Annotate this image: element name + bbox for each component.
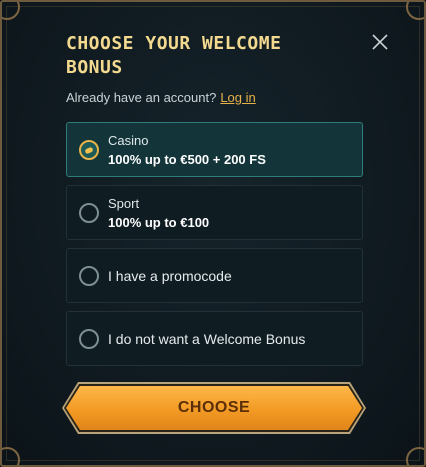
option-label: I have a promocode (108, 267, 232, 284)
option-no-bonus[interactable]: I do not want a Welcome Bonus (66, 311, 363, 366)
option-sport[interactable]: Sport 100% up to €100 (66, 185, 363, 240)
radio-promocode[interactable] (79, 265, 99, 286)
choose-button[interactable]: CHOOSE (66, 386, 362, 430)
radio-sport[interactable] (79, 202, 99, 223)
option-offer: 100% up to €500 + 200 FS (108, 152, 266, 167)
dialog-title: CHOOSE YOUR WELCOME BONUS (66, 33, 282, 78)
frame-ornament (2, 2, 20, 20)
option-promocode[interactable]: I have a promocode (66, 248, 363, 303)
option-casino[interactable]: Casino 100% up to €500 + 200 FS (66, 122, 363, 177)
frame-ornament (406, 447, 424, 465)
option-offer: 100% up to €100 (108, 215, 210, 230)
account-prompt-text: Already have an account? (66, 90, 217, 105)
frame-ornament (406, 2, 424, 20)
option-category: Casino (108, 133, 149, 148)
choose-button-wrapper: CHOOSE (66, 386, 362, 430)
radio-casino[interactable] (79, 139, 99, 160)
option-label: I do not want a Welcome Bonus (108, 330, 306, 347)
choose-button-label: CHOOSE (177, 399, 251, 416)
frame-ornament (2, 447, 20, 465)
login-link[interactable]: Log in (220, 90, 255, 105)
account-prompt: Already have an account? Log in (66, 90, 256, 105)
option-category: Sport (108, 196, 140, 211)
welcome-bonus-dialog: CHOOSE YOUR WELCOME BONUS Already have a… (0, 0, 426, 467)
close-icon (372, 34, 388, 50)
close-button[interactable] (370, 32, 390, 52)
radio-no-bonus[interactable] (79, 328, 99, 349)
